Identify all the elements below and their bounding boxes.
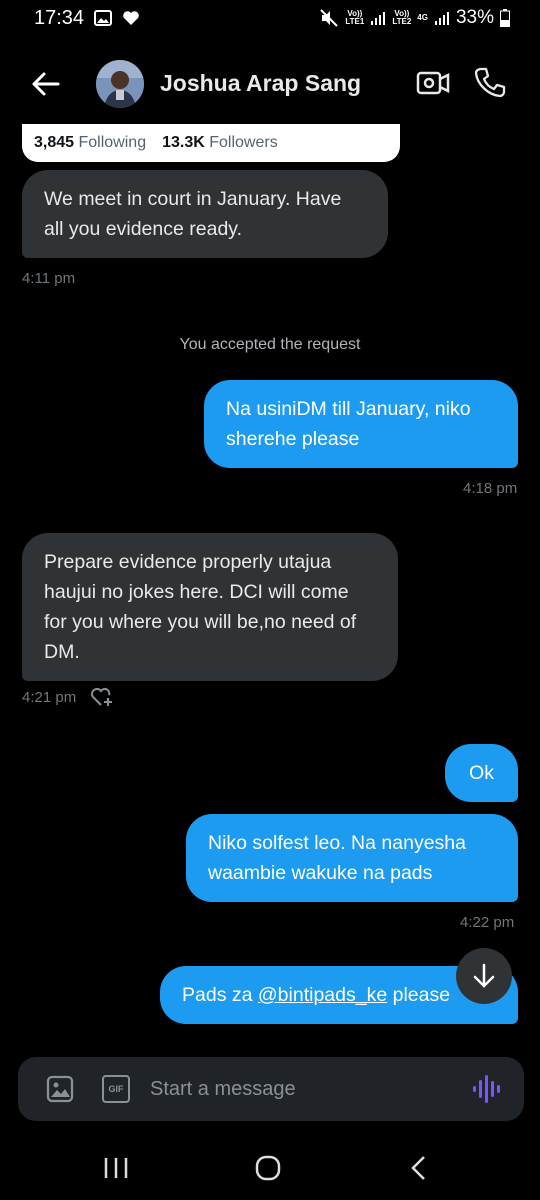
following-label: Following xyxy=(78,134,147,151)
signal2-icon xyxy=(434,11,450,25)
contact-name[interactable]: Joshua Arap Sang xyxy=(160,70,361,97)
status-left: 17:34 xyxy=(34,7,140,30)
scroll-to-bottom-button[interactable] xyxy=(456,948,512,1004)
home-button[interactable] xyxy=(254,1154,282,1187)
system-navigation-bar xyxy=(0,1140,540,1200)
following-count: 3,845 xyxy=(34,134,75,151)
mute-icon xyxy=(319,9,339,27)
voice-call-button[interactable] xyxy=(474,66,506,98)
voice-wave-icon xyxy=(473,1075,500,1103)
system-back-button[interactable] xyxy=(408,1154,428,1187)
gallery-notification-icon xyxy=(94,10,113,26)
message-bubble-outgoing[interactable]: Ok xyxy=(445,744,518,802)
gif-button[interactable]: GIF xyxy=(102,1075,130,1103)
status-time: 17:34 xyxy=(34,6,85,29)
add-photo-button[interactable] xyxy=(46,1075,74,1103)
back-button[interactable] xyxy=(30,70,62,98)
sim1-network: Vo)) LTE1 xyxy=(345,9,365,26)
add-reaction-button[interactable] xyxy=(90,686,114,708)
heart-notification-icon xyxy=(122,10,140,26)
message-time: 4:11 pm xyxy=(22,270,76,287)
message-bubble-outgoing[interactable]: Niko solfest leo. Na nanyesha waambie wa… xyxy=(186,814,518,902)
image-icon xyxy=(46,1075,74,1103)
recents-icon xyxy=(104,1158,128,1178)
voice-message-button[interactable] xyxy=(470,1073,502,1105)
message-time: 4:22 pm xyxy=(460,914,515,931)
avatar-image xyxy=(96,60,144,108)
status-bar: 17:34 Vo)) LTE1 Vo)) LTE2 4G 33% xyxy=(0,0,540,36)
conversation-header: Joshua Arap Sang xyxy=(0,48,540,122)
signal1-icon xyxy=(370,11,386,25)
sim2-network: Vo)) LTE2 xyxy=(392,9,412,26)
heart-plus-icon xyxy=(91,687,112,706)
profile-card[interactable]: 3,845 Following 13.3K Followers xyxy=(22,124,400,162)
mention-link[interactable]: @bintipads_ke xyxy=(258,984,387,1006)
following-stat[interactable]: 3,845 Following xyxy=(34,134,146,152)
video-icon xyxy=(416,71,450,95)
chevron-left-icon xyxy=(411,1156,425,1180)
back-arrow-icon xyxy=(32,72,60,96)
status-right: Vo)) LTE1 Vo)) LTE2 4G 33% xyxy=(319,7,510,29)
message-time: 4:21 pm xyxy=(22,689,77,706)
message-input[interactable] xyxy=(150,1071,450,1107)
recent-apps-button[interactable] xyxy=(103,1154,129,1187)
followers-stat[interactable]: 13.3K Followers xyxy=(162,134,278,152)
video-call-button[interactable] xyxy=(416,68,450,98)
mobile-data-label: 4G xyxy=(417,13,428,22)
message-bubble-incoming[interactable]: Prepare evidence properly utajua haujui … xyxy=(22,533,398,681)
phone-icon xyxy=(474,67,506,98)
followers-label: Followers xyxy=(209,134,278,151)
battery-icon xyxy=(500,9,510,27)
message-composer: GIF xyxy=(18,1057,524,1121)
arrow-down-icon xyxy=(473,963,495,988)
avatar[interactable] xyxy=(96,60,144,108)
message-text: Pads za xyxy=(182,984,258,1006)
message-text: please xyxy=(387,984,451,1006)
home-icon xyxy=(255,1155,281,1181)
followers-count: 13.3K xyxy=(162,134,205,151)
battery-percent: 33% xyxy=(455,7,494,28)
system-notice: You accepted the request xyxy=(179,336,361,353)
message-bubble-outgoing[interactable]: Na usiniDM till January, niko sherehe pl… xyxy=(204,380,518,468)
message-bubble-incoming[interactable]: We meet in court in January. Have all yo… xyxy=(22,170,388,258)
message-time: 4:18 pm xyxy=(463,480,518,497)
